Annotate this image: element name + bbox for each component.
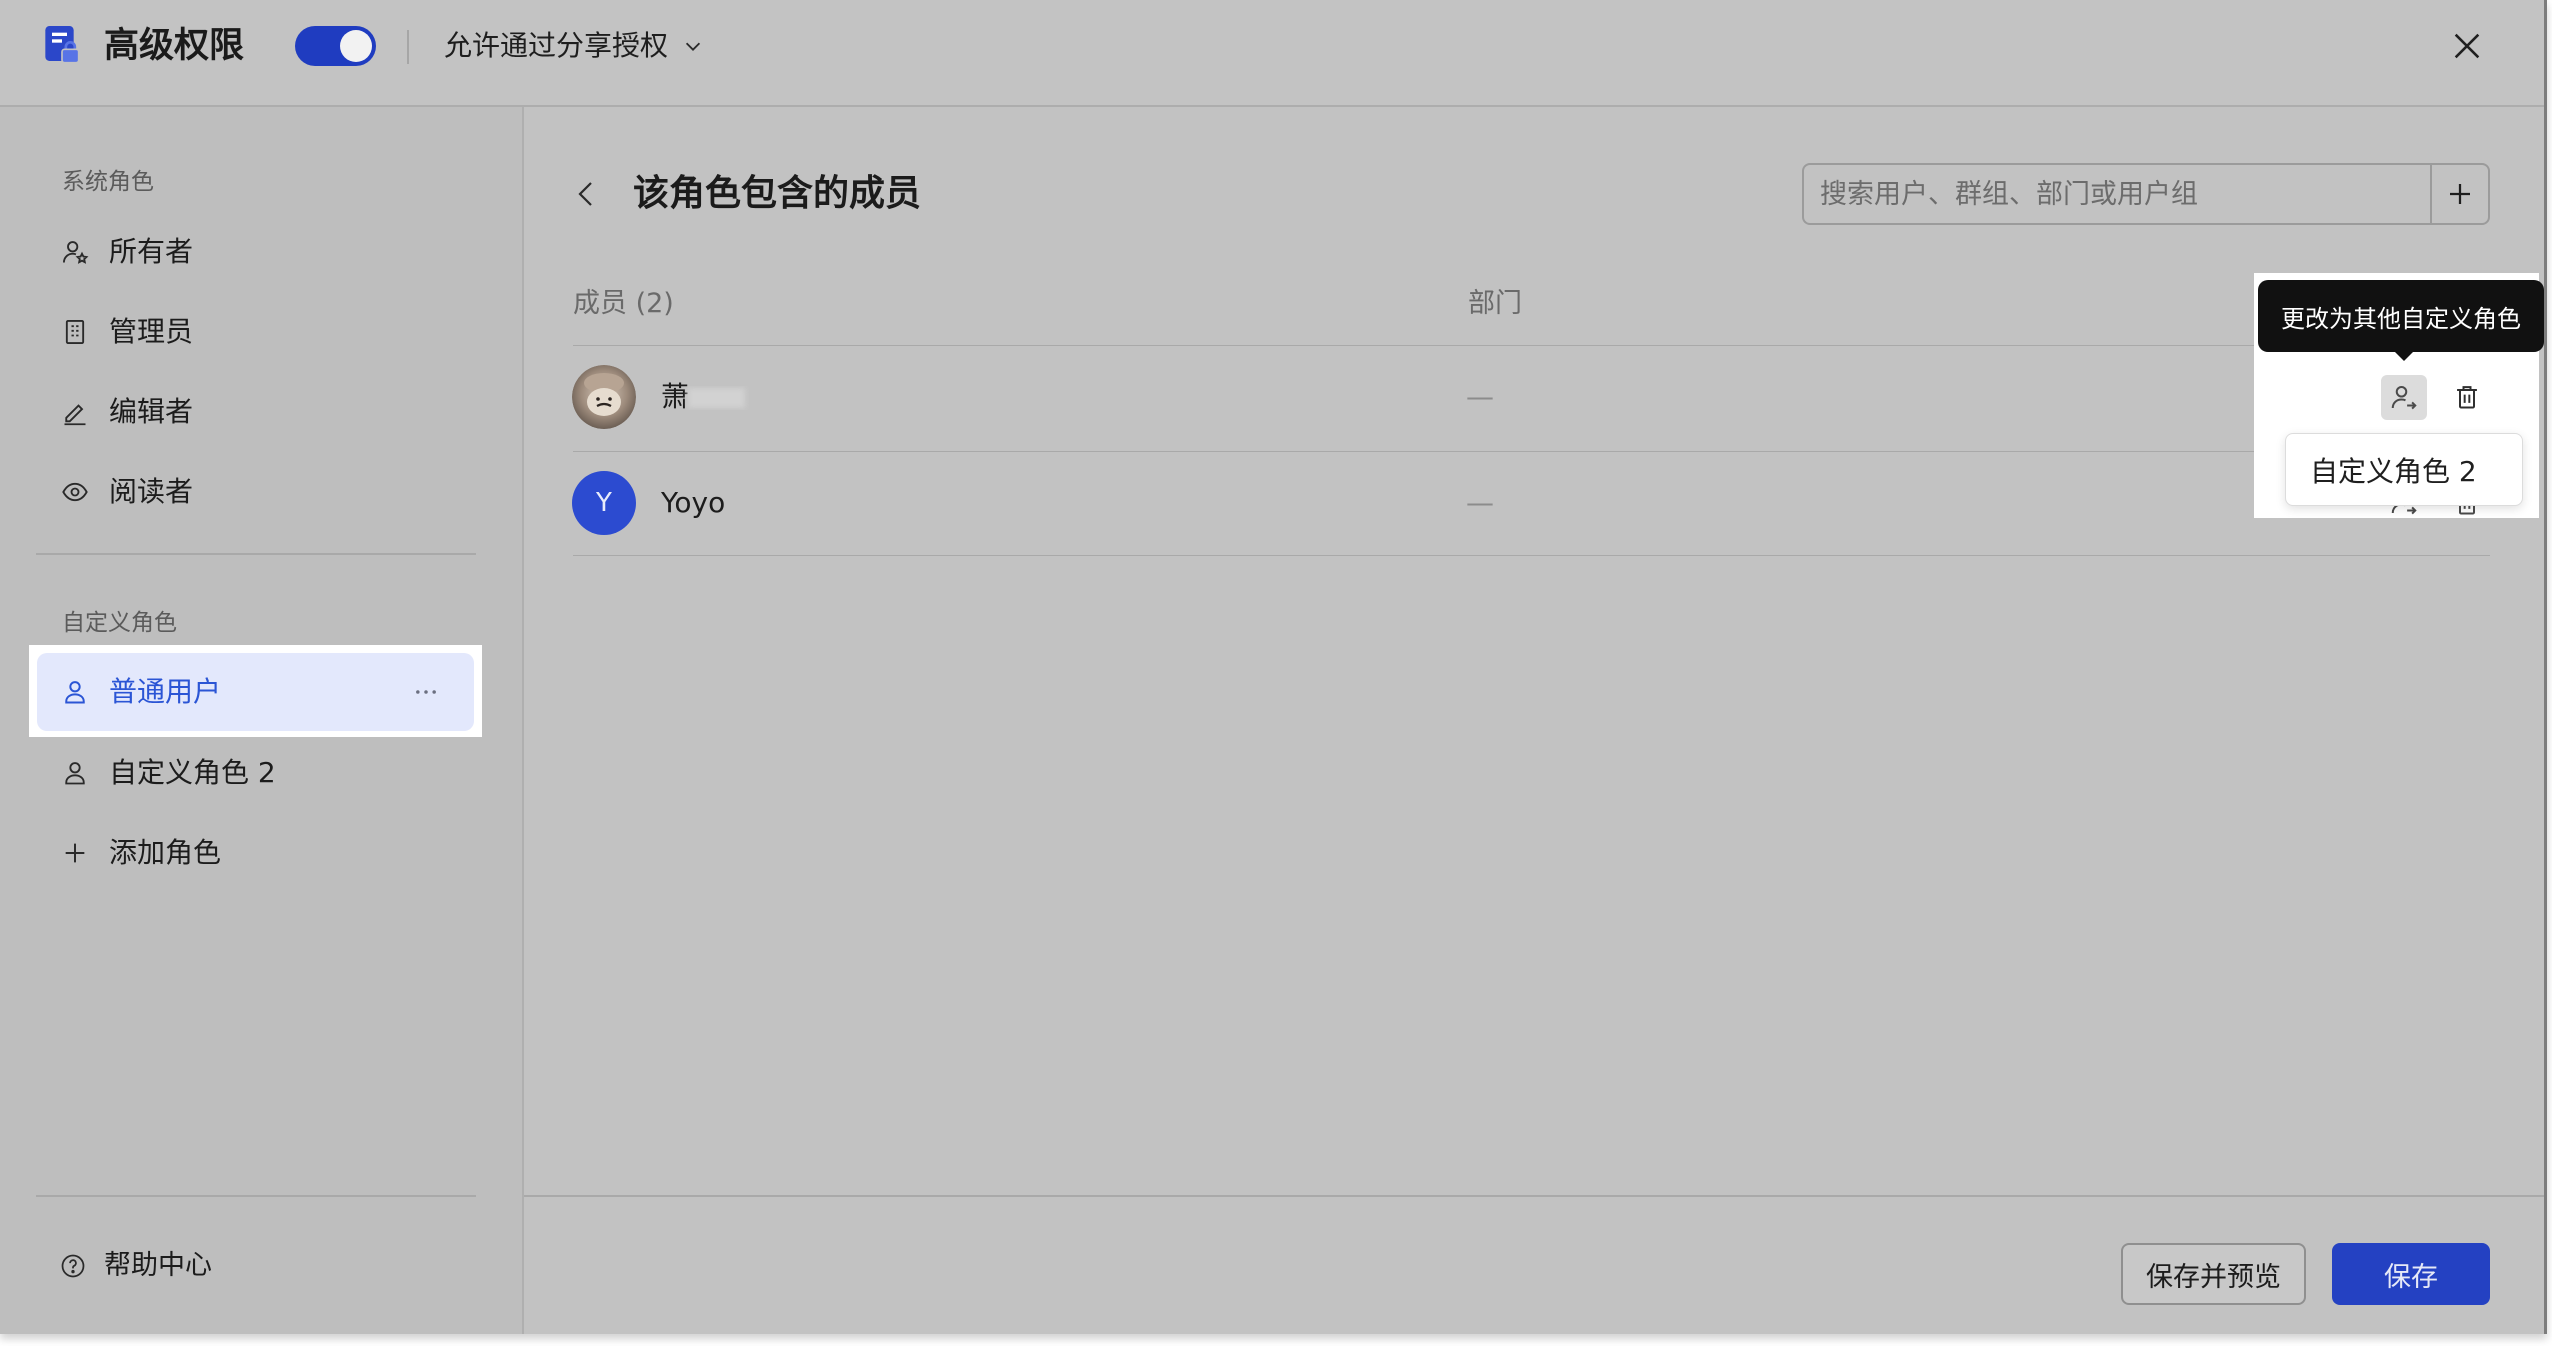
- divider: [36, 1195, 476, 1197]
- sidebar-item-label: 阅读者: [109, 475, 194, 508]
- change-role-button[interactable]: [2381, 375, 2427, 420]
- divider: [573, 555, 2490, 556]
- help-icon: [59, 1252, 87, 1280]
- role-menu-item[interactable]: 自定义角色 2: [2286, 450, 2477, 490]
- sidebar-item-regular-user[interactable]: 普通用户: [37, 653, 474, 731]
- divider: [407, 30, 409, 64]
- member-department: —: [1466, 486, 1494, 519]
- owner-icon: [61, 238, 89, 266]
- plus-icon: [61, 839, 89, 867]
- save-and-preview-button[interactable]: 保存并预览: [2121, 1243, 2306, 1305]
- redacted-name-blur: [684, 383, 749, 413]
- building-icon: [61, 318, 89, 346]
- search-bar: [1802, 163, 2490, 225]
- help-center-link[interactable]: 帮助中心: [59, 1230, 212, 1302]
- divider: [573, 345, 2490, 346]
- advanced-permissions-dialog: 高级权限 允许通过分享授权 系统角色 所有者 管理员 编辑者 阅读者 自定义角色…: [0, 0, 2547, 1334]
- chevron-left-icon: [578, 182, 592, 206]
- sidebar-item-custom-role-2[interactable]: 自定义角色 2: [37, 737, 474, 809]
- user-icon: [61, 759, 89, 787]
- share-authorization-label: 允许通过分享授权: [444, 29, 669, 62]
- close-button[interactable]: [2450, 29, 2484, 63]
- add-role-button[interactable]: 添加角色: [37, 817, 474, 889]
- divider: [573, 451, 2490, 452]
- column-header-department: 部门: [1468, 288, 1522, 319]
- divider: [36, 553, 476, 555]
- more-icon[interactable]: [412, 678, 440, 706]
- sidebar-item-label: 编辑者: [109, 395, 194, 428]
- column-header-member: 成员 (2): [573, 288, 674, 319]
- page-title: 该角色包含的成员: [633, 173, 922, 214]
- user-icon: [61, 678, 89, 706]
- sidebar: 系统角色 所有者 管理员 编辑者 阅读者 自定义角色 普通用户 自定义角色 2 …: [0, 107, 524, 1334]
- back-button[interactable]: [574, 180, 598, 208]
- toggle-knob: [340, 30, 372, 62]
- system-roles-heading: 系统角色: [62, 169, 154, 195]
- add-role-label: 添加角色: [109, 836, 222, 869]
- sidebar-item-label: 自定义角色 2: [109, 756, 276, 789]
- member-name: Yoyo: [661, 486, 726, 519]
- sidebar-item-editor[interactable]: 编辑者: [37, 376, 474, 448]
- advanced-permission-toggle[interactable]: [295, 26, 376, 66]
- tooltip-text: 更改为其他自定义角色: [2281, 304, 2521, 333]
- main-panel: 该角色包含的成员 成员 (2) 部门: [524, 107, 2544, 1334]
- role-menu: 自定义角色 2: [2285, 433, 2523, 506]
- pencil-icon: [61, 398, 89, 426]
- sidebar-item-label: 普通用户: [109, 675, 222, 708]
- sidebar-item-reader[interactable]: 阅读者: [37, 456, 474, 528]
- dialog-header: 高级权限 允许通过分享授权: [0, 0, 2544, 107]
- remove-member-button[interactable]: [2447, 377, 2487, 417]
- sidebar-item-label: 管理员: [109, 315, 194, 348]
- help-center-label: 帮助中心: [104, 1250, 212, 1281]
- trash-icon: [2457, 386, 2477, 409]
- plus-icon: [2450, 184, 2470, 204]
- share-authorization-dropdown[interactable]: 允许通过分享授权: [444, 26, 704, 66]
- sidebar-item-owner[interactable]: 所有者: [37, 216, 474, 288]
- tooltip: 更改为其他自定义角色: [2258, 280, 2544, 361]
- save-button[interactable]: 保存: [2332, 1243, 2490, 1305]
- add-member-button[interactable]: [2430, 163, 2490, 225]
- sidebar-item-admin[interactable]: 管理员: [37, 296, 474, 368]
- dialog-title: 高级权限: [104, 26, 245, 66]
- user-photo-icon: [572, 365, 636, 429]
- doc-lock-icon: [42, 24, 82, 68]
- sidebar-item-label: 所有者: [109, 235, 194, 268]
- tooltip-arrow: [2394, 351, 2414, 361]
- user-transfer-icon: [2391, 385, 2417, 409]
- member-department: —: [1466, 380, 1494, 413]
- eye-icon: [61, 478, 89, 506]
- search-input[interactable]: [1802, 163, 2430, 225]
- chevron-down-icon: [682, 35, 704, 57]
- close-icon: [2454, 33, 2480, 59]
- divider: [524, 1195, 2544, 1197]
- custom-roles-heading: 自定义角色: [62, 610, 177, 636]
- avatar: Y: [572, 471, 636, 535]
